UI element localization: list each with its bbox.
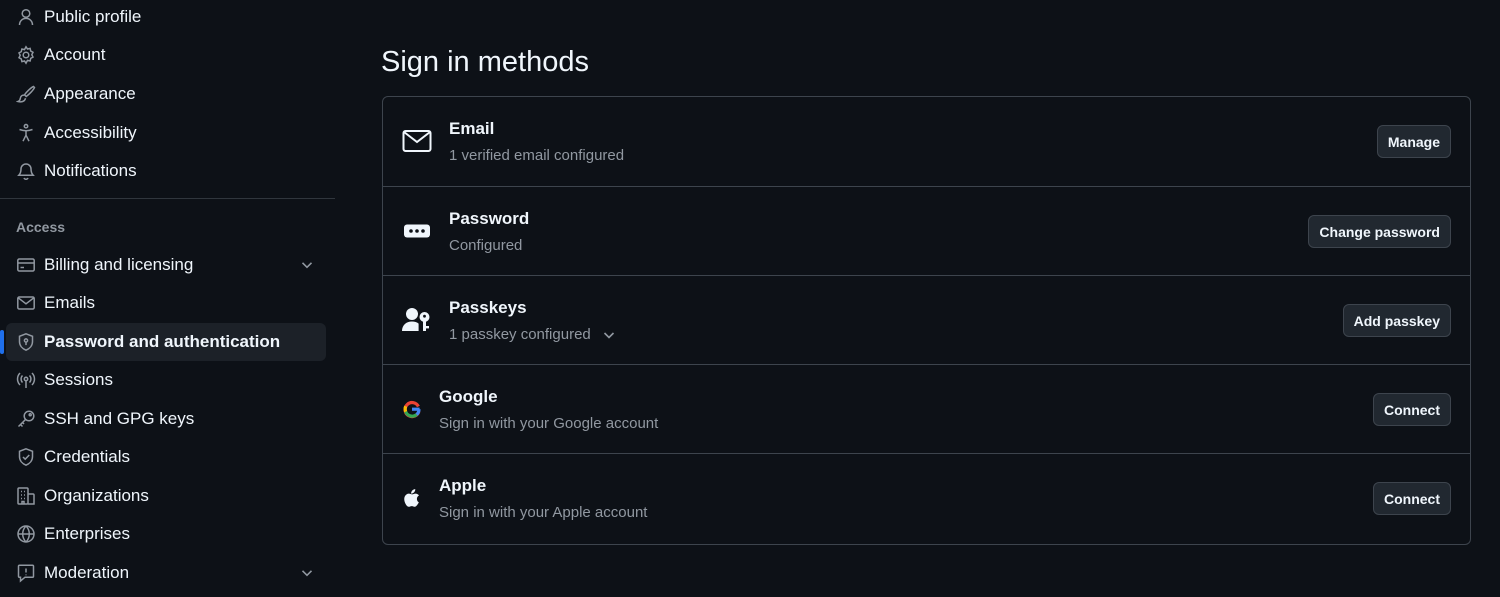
sidebar-item-label: Credentials <box>44 447 130 466</box>
key-icon <box>16 409 36 429</box>
google-icon <box>401 395 423 423</box>
shield-lock-icon <box>16 332 36 352</box>
method-subtitle: Configured <box>449 237 522 254</box>
method-subtitle: 1 verified email configured <box>449 147 624 164</box>
chevron-down-icon[interactable] <box>601 327 617 343</box>
method-subtitle: Sign in with your Apple account <box>439 504 647 521</box>
method-subtitle-text: Configured <box>449 237 523 254</box>
sidebar-item-label: Organizations <box>44 486 149 505</box>
report-icon <box>16 563 36 583</box>
broadcast-icon <box>16 370 36 390</box>
sidebar-item-label: Accessibility <box>44 123 137 142</box>
shield-check-icon <box>16 447 36 467</box>
sidebar-item-label: Sessions <box>44 370 113 389</box>
method-subtitle[interactable]: 1 passkey configured <box>449 326 617 343</box>
method-subtitle-text: 1 passkey configured <box>449 326 591 343</box>
sidebar-item-emails[interactable]: Emails <box>6 284 326 322</box>
sidebar-item-label: SSH and GPG keys <box>44 409 195 428</box>
gear-icon <box>16 45 36 65</box>
organization-icon <box>16 486 36 506</box>
mail-icon <box>401 127 433 155</box>
sidebar-item-label: Billing and licensing <box>44 255 194 274</box>
sidebar-item-public-profile[interactable]: Public profile <box>6 0 326 36</box>
method-subtitle-text: 1 verified email configured <box>449 147 625 164</box>
apple-icon <box>401 484 423 512</box>
method-title: Apple <box>439 476 487 495</box>
sidebar-item-label: Emails <box>44 293 96 312</box>
sidebar-item-account[interactable]: Account <box>6 36 326 74</box>
sidebar-item-organizations[interactable]: Organizations <box>6 477 326 515</box>
sidebar-item-label: Password and authentication <box>44 332 281 351</box>
chevron-down-icon[interactable] <box>298 256 316 274</box>
sidebar-item-credentials[interactable]: Credentials <box>6 438 326 476</box>
method-title: Email <box>449 119 495 138</box>
credit-card-icon <box>16 255 36 275</box>
sidebar-item-sessions[interactable]: Sessions <box>6 361 326 399</box>
page-title: Sign in methods <box>381 46 589 78</box>
sign-in-method-passkeys: Passkeys 1 passkey configured Add passke… <box>383 275 1470 364</box>
passkey-icon <box>401 306 433 334</box>
method-title: Password <box>449 209 530 228</box>
access-section-heading: Access <box>16 219 66 235</box>
sidebar-item-label: Account <box>44 45 106 64</box>
settings-sidebar: Public profile Account Appearance Access… <box>0 0 335 597</box>
sidebar-item-notifications[interactable]: Notifications <box>6 152 326 190</box>
sign-in-method-email: Email 1 verified email configured Manage <box>383 97 1470 186</box>
sidebar-item-appearance[interactable]: Appearance <box>6 75 326 113</box>
method-title: Google <box>439 387 498 406</box>
sidebar-item-label: Notifications <box>44 161 137 180</box>
chevron-down-icon[interactable] <box>298 564 316 582</box>
sign-in-methods-list: Email 1 verified email configured Manage… <box>382 96 1471 545</box>
method-title: Passkeys <box>449 298 527 317</box>
paintbrush-icon <box>16 84 36 104</box>
sidebar-item-moderation[interactable]: Moderation <box>6 554 326 592</box>
sidebar-item-ssh-gpg-keys[interactable]: SSH and GPG keys <box>6 400 326 438</box>
sidebar-item-password-and-authentication[interactable]: Password and authentication <box>0 323 326 361</box>
sidebar-item-enterprises[interactable]: Enterprises <box>6 515 326 553</box>
mail-icon <box>16 293 36 313</box>
add-passkey-button[interactable]: Add passkey <box>1342 304 1451 337</box>
connect-apple-button[interactable]: Connect <box>1373 482 1451 515</box>
sign-in-method-apple: Apple Sign in with your Apple account Co… <box>383 453 1470 542</box>
person-icon <box>16 7 36 27</box>
sidebar-item-billing[interactable]: Billing and licensing <box>6 246 326 284</box>
method-subtitle: Sign in with your Google account <box>439 415 658 432</box>
globe-icon <box>16 524 36 544</box>
password-icon <box>401 217 433 245</box>
sidebar-item-accessibility[interactable]: Accessibility <box>6 114 326 152</box>
sidebar-item-label: Appearance <box>44 84 136 103</box>
sidebar-item-label: Moderation <box>44 563 130 582</box>
method-subtitle-text: Sign in with your Apple account <box>439 504 648 521</box>
change-password-button[interactable]: Change password <box>1308 215 1451 248</box>
sidebar-item-label: Enterprises <box>44 524 130 543</box>
sidebar-item-label: Public profile <box>44 7 142 26</box>
sign-in-method-password: Password Configured Change password <box>383 186 1470 275</box>
accessibility-icon <box>16 123 36 143</box>
manage-email-button[interactable]: Manage <box>1376 125 1451 158</box>
bell-icon <box>16 161 36 181</box>
sidebar-divider <box>0 198 335 199</box>
method-subtitle-text: Sign in with your Google account <box>439 415 659 432</box>
sign-in-method-google: Google Sign in with your Google account … <box>383 364 1470 453</box>
connect-google-button[interactable]: Connect <box>1373 393 1451 426</box>
